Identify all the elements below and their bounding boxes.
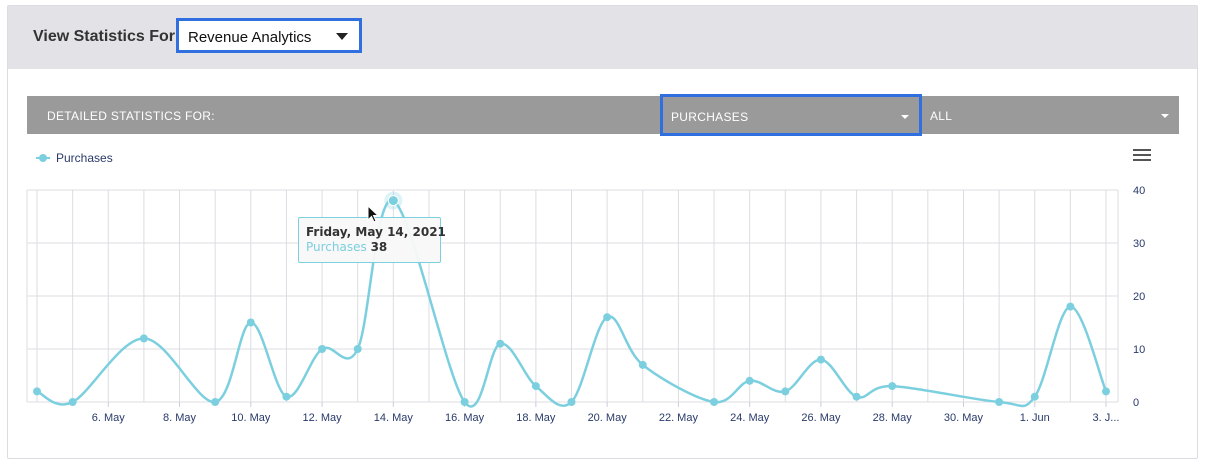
y-tick-label: 30 bbox=[1133, 238, 1145, 250]
x-tick-label: 16. May bbox=[445, 412, 485, 424]
data-point bbox=[745, 376, 754, 385]
data-point bbox=[781, 387, 790, 396]
purchases-line-chart: 0 10 20 30 40 6. May 8. May 10. May 12. May 14. M… bbox=[26, 185, 1145, 424]
data-point bbox=[816, 355, 825, 364]
y-tick-label: 20 bbox=[1133, 291, 1145, 303]
x-tick-label: 1. Jun bbox=[1020, 412, 1050, 424]
data-point bbox=[139, 334, 148, 343]
data-point bbox=[710, 398, 719, 406]
x-tick-label: 8. May bbox=[163, 412, 197, 424]
tooltip-series-name: Purchases bbox=[306, 240, 367, 254]
x-tick-label: 26. May bbox=[801, 412, 841, 424]
data-point bbox=[995, 398, 1004, 406]
y-tick-label: 0 bbox=[1133, 397, 1139, 409]
data-point bbox=[211, 398, 220, 406]
x-tick-label: 28. May bbox=[873, 412, 913, 424]
tooltip-series-row: Purchases 38 bbox=[306, 240, 387, 254]
data-point bbox=[387, 195, 399, 207]
x-tick-label: 20. May bbox=[588, 412, 628, 424]
tooltip-value: 38 bbox=[370, 240, 388, 254]
data-point bbox=[638, 360, 647, 369]
x-tick-label: 18. May bbox=[516, 412, 556, 424]
x-tick-label: 22. May bbox=[659, 412, 699, 424]
data-point bbox=[888, 382, 897, 391]
data-point bbox=[496, 339, 505, 348]
data-point bbox=[852, 392, 861, 401]
data-point bbox=[603, 313, 612, 322]
x-tick-label: 30. May bbox=[944, 412, 984, 424]
data-point bbox=[68, 398, 77, 406]
x-tick-label: 6. May bbox=[92, 412, 126, 424]
data-point bbox=[318, 345, 327, 353]
data-point bbox=[460, 398, 469, 406]
mouse-cursor-icon bbox=[367, 205, 380, 223]
data-point bbox=[246, 318, 255, 327]
y-tick-label: 40 bbox=[1133, 185, 1145, 197]
data-point bbox=[282, 392, 291, 401]
data-point bbox=[353, 345, 362, 353]
x-tick-label: 3. J... bbox=[1093, 412, 1120, 424]
tooltip-date: Friday, May 14, 2021 bbox=[306, 225, 446, 239]
data-point bbox=[1102, 387, 1110, 396]
x-tick-label: 10. May bbox=[231, 412, 271, 424]
data-point bbox=[567, 398, 576, 406]
x-tick-label: 24. May bbox=[730, 412, 770, 424]
data-point bbox=[33, 387, 41, 396]
x-tick-label: 12. May bbox=[302, 412, 342, 424]
x-tick-label: 14. May bbox=[374, 412, 414, 424]
data-point bbox=[1030, 392, 1039, 401]
data-point bbox=[1066, 302, 1075, 311]
data-point bbox=[531, 382, 540, 391]
y-tick-label: 10 bbox=[1133, 344, 1145, 356]
